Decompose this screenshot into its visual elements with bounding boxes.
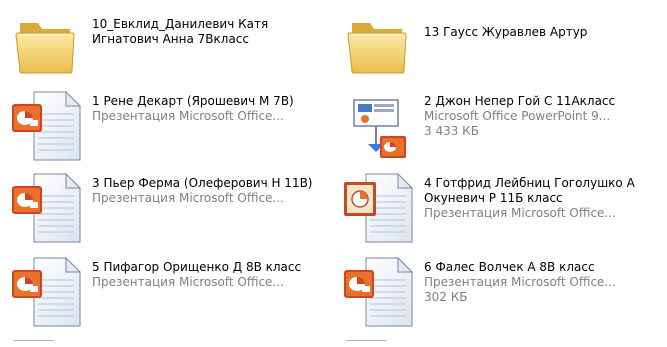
powerpoint-show-icon [8,252,84,332]
powerpoint-show-icon [8,168,84,248]
item-name: 6 Фалес Волчек А 8В класс [424,260,595,274]
partial-next-item-right [346,340,386,347]
file-item-descartes[interactable]: 1 Рене Декарт (Ярошевич М 7В) Презентаци… [6,86,336,166]
item-name: 5 Пифагор Орищенко Д 8В класс [92,260,302,274]
file-item-thales[interactable]: 6 Фалес Волчек А 8В класс Презентация Mi… [338,252,667,332]
item-name: 2 Джон Непер Гой С 11Акласс [424,94,616,108]
item-type: Microsoft Office PowerPoint 9... [424,109,611,123]
item-type: Презентация Microsoft Office... [92,191,284,205]
item-type: Презентация Microsoft Office... [92,275,284,289]
file-item-folder-gauss[interactable]: 13 Гаусс Журавлев Артур [338,5,667,85]
powerpoint-show-icon [8,86,84,166]
item-type: Презентация Microsoft Office... [424,275,616,289]
item-name: 13 Гаусс Журавлев Артур [424,25,588,39]
file-item-folder-euclid[interactable]: 10_Евклид_Данилевич Катя Игнатович Анна … [6,5,336,85]
item-name: 3 Пьер Ферма (Олеферович Н 11В) [92,176,313,190]
powerpoint-presentation-icon [340,86,416,166]
item-size: 302 КБ [424,290,468,304]
file-item-napier[interactable]: 2 Джон Непер Гой С 11Акласс Microsoft Of… [338,86,667,166]
folder-icon [340,5,416,85]
file-item-fermat[interactable]: 3 Пьер Ферма (Олеферович Н 11В) Презента… [6,168,336,248]
item-size: 3 433 КБ [424,124,479,138]
partial-next-item-left [14,340,54,347]
powerpoint-show-icon [340,252,416,332]
file-item-pythagoras[interactable]: 5 Пифагор Орищенко Д 8В класс Презентаци… [6,252,336,332]
folder-icon [8,5,84,85]
item-name: 10_Евклид_Данилевич Катя Игнатович Анна … [92,17,269,46]
item-type: Презентация Microsoft Office... [92,109,284,123]
item-name: 1 Рене Декарт (Ярошевич М 7В) [92,94,294,108]
item-type: Презентация Microsoft Office... [424,206,616,220]
file-item-leibniz[interactable]: 4 Готфрид Лейбниц Гоголушко А Окуневич Р… [338,168,667,248]
powerpoint-show-icon [340,168,416,248]
item-name: 4 Готфрид Лейбниц Гоголушко А Окуневич Р… [424,176,635,205]
